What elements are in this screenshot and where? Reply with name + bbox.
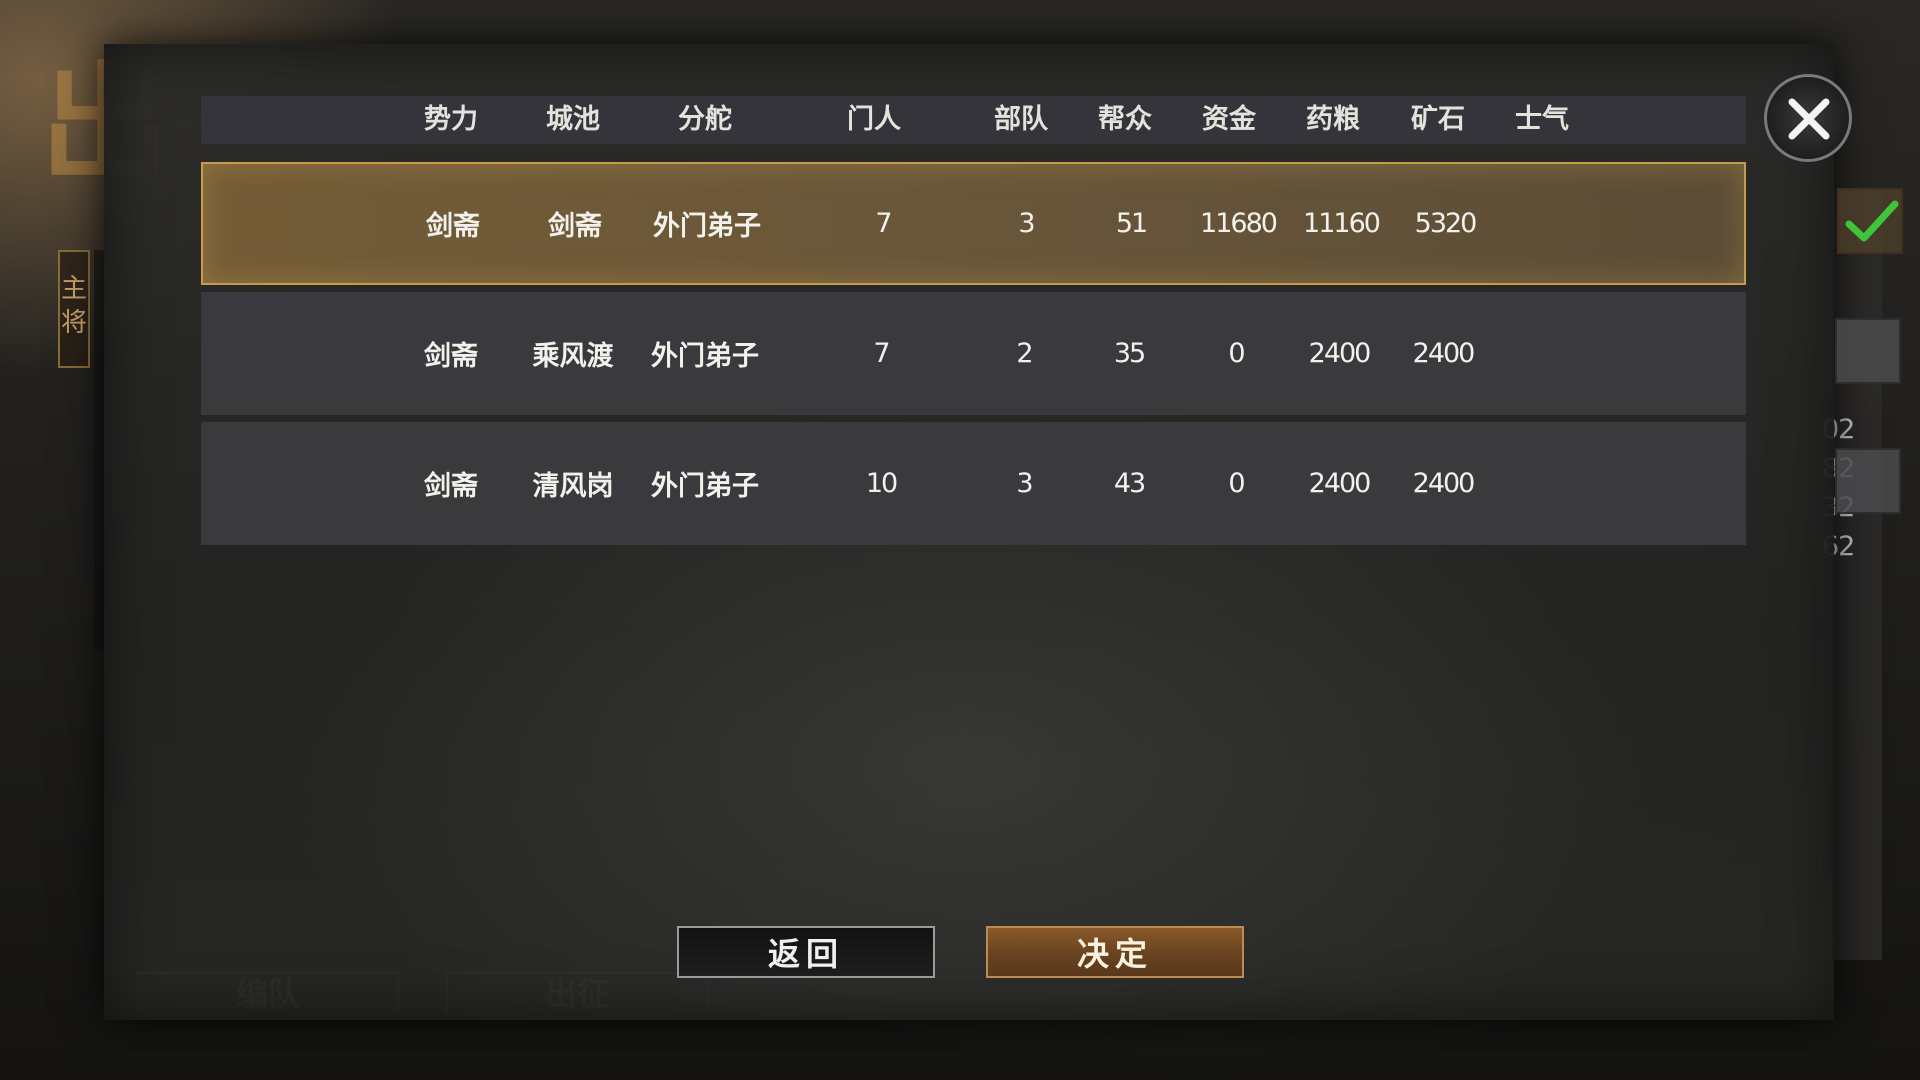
checkmark-icon [1845,200,1899,242]
cell-funds: 0 [1228,468,1245,499]
cell-faction: 剑斋 [426,211,480,242]
row-checkbox[interactable] [1835,318,1901,384]
table-row[interactable]: 剑斋 剑斋 外门弟子 7 3 51 11680 11160 5320 [201,162,1903,285]
side-bar [94,250,104,650]
cell-city: 乘风渡 [532,341,614,372]
header-disciples: 门人 [847,104,901,135]
cell-ore: 5320 [1414,208,1478,239]
cell-disciples: 7 [875,208,892,239]
header-morale: 士气 [1515,104,1569,135]
row-checkbox-checked[interactable] [1837,188,1903,254]
header-faction: 势力 [424,104,478,135]
header-city: 城池 [546,104,600,135]
header-troops: 部队 [994,104,1048,135]
confirm-button[interactable]: 决定 [986,926,1244,978]
close-icon [1788,98,1830,140]
cell-troops: 3 [1018,208,1035,239]
row-checkbox[interactable] [1835,448,1901,514]
cell-members: 51 [1115,208,1148,239]
cell-faction: 剑斋 [424,471,478,502]
cell-troops: 2 [1016,338,1033,369]
cell-branch: 外门弟子 [651,341,759,372]
cell-city: 清风岗 [532,471,614,502]
cell-funds: 11680 [1200,208,1278,239]
table-row[interactable]: 剑斋 乘风渡 外门弟子 7 2 35 0 2400 2400 [201,292,1901,415]
general-tab[interactable]: 主将 [58,250,90,368]
cell-provisions: 11160 [1303,208,1381,239]
cell-city: 剑斋 [548,211,602,242]
back-button[interactable]: 返回 [677,926,935,978]
cell-ore: 2400 [1412,468,1476,499]
cell-provisions: 2400 [1308,338,1372,369]
cell-faction: 剑斋 [424,341,478,372]
table-row[interactable]: 剑斋 清风岗 外门弟子 10 3 43 0 2400 2400 [201,422,1901,545]
cell-members: 35 [1113,338,1146,369]
cell-disciples: 10 [865,468,898,499]
close-button[interactable] [1764,74,1852,162]
cell-funds: 0 [1228,338,1245,369]
cell-troops: 3 [1016,468,1033,499]
header-branch: 分舵 [678,104,732,135]
cell-members: 43 [1113,468,1146,499]
game-screen: 出 主将 02 82 32 62 编队 出征 势力 城池 分舵 门人 部队 帮众… [0,0,1920,1080]
cell-disciples: 7 [873,338,890,369]
header-funds: 资金 [1202,104,1256,135]
header-members: 帮众 [1098,104,1152,135]
header-provisions: 药粮 [1306,104,1360,135]
cell-provisions: 2400 [1308,468,1372,499]
cell-branch: 外门弟子 [653,211,761,242]
header-ore: 矿石 [1411,104,1465,135]
cell-branch: 外门弟子 [651,471,759,502]
cell-ore: 2400 [1412,338,1476,369]
